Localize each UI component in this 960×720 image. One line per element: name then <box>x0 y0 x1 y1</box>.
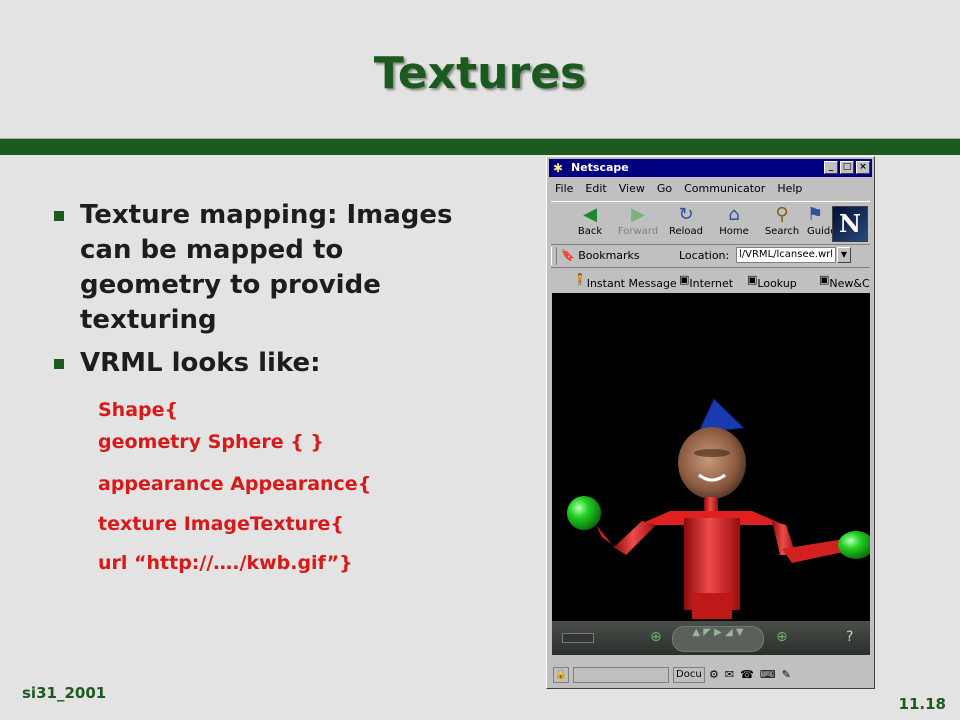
guide-button[interactable]: ⚑ Guide <box>807 204 835 237</box>
instant-message-button[interactable]: 🧍 Instant Message <box>573 273 677 290</box>
menu-help[interactable]: Help <box>777 179 802 199</box>
hips <box>692 593 732 619</box>
code-line: Shape{ <box>98 399 179 421</box>
navigation-pad[interactable]: ▲ ◤ ▶ ◢ ▼ <box>672 626 764 652</box>
footer-course-code: si31_2001 <box>22 684 107 702</box>
menu-view[interactable]: View <box>619 179 645 199</box>
vrml-viewport[interactable]: ⊕ ▲ ◤ ▶ ◢ ▼ ⊕ ? <box>552 293 870 655</box>
home-button[interactable]: ⌂ Home <box>711 204 757 237</box>
neck <box>704 497 718 511</box>
face-eyes <box>694 449 730 457</box>
footer-slide-number: 11.18 <box>898 695 946 713</box>
code-line: texture ImageTexture{ <box>98 513 344 535</box>
maximize-button[interactable]: □ <box>840 161 854 174</box>
help-icon[interactable]: ? <box>846 629 853 645</box>
left-hand-sphere <box>567 496 601 530</box>
close-button[interactable]: × <box>856 161 870 174</box>
component-bar[interactable]: ⚙✉☎⌨✎ <box>709 667 869 683</box>
menu-edit[interactable]: Edit <box>585 179 606 199</box>
minimize-button[interactable]: _ <box>824 161 838 174</box>
personal-toolbar: 🧍 Instant Message ▣ Internet ▣ Lookup ▣ … <box>551 269 870 291</box>
netscape-app-icon: ✱ <box>553 161 564 175</box>
bullet-texture-mapping: Texture mapping: Images can be mapped to… <box>54 198 484 338</box>
bookmarks-button[interactable]: 🔖 Bookmarks <box>561 249 640 262</box>
search-button[interactable]: ⚲ Search <box>759 204 805 237</box>
restore-icon[interactable]: ⊕ <box>776 629 788 645</box>
forward-button[interactable]: ▶ Forward <box>615 204 661 237</box>
location-label: Location: <box>679 249 730 262</box>
title-divider <box>0 138 960 155</box>
textured-head <box>678 427 746 499</box>
bullet-marker <box>54 211 64 221</box>
bullet-vrml: VRML looks like: <box>54 346 484 381</box>
reload-button[interactable]: ↻ Reload <box>663 204 709 237</box>
location-dropdown-button[interactable]: ▼ <box>837 247 851 263</box>
slide-title: Textures <box>373 48 587 99</box>
right-hand-sphere <box>838 531 870 559</box>
navigation-toolbar: ◀ Back ▶ Forward ↻ Reload ⌂ Home ⚲ Search ⚑ Gu… <box>551 201 870 245</box>
forward-arrow-icon: ▶ <box>631 204 645 225</box>
vrml-scene <box>567 398 870 619</box>
bullet-marker <box>54 359 64 369</box>
search-icon: ⚲ <box>775 204 789 225</box>
menu-bar: File Edit View Go Communicator Help <box>551 179 870 199</box>
code-line: url “http://…./kwb.gif”} <box>98 552 353 574</box>
status-document-text: Docu <box>673 667 705 683</box>
security-lock-icon[interactable]: 🔒 <box>553 667 569 683</box>
back-button[interactable]: ◀ Back <box>567 204 613 237</box>
vrml-navigation-bar: ⊕ ▲ ◤ ▶ ◢ ▼ ⊕ ? <box>552 621 870 655</box>
window-titlebar: ✱ Netscape _ □ × <box>549 159 872 177</box>
netscape-logo-icon: N <box>832 206 868 242</box>
back-arrow-icon: ◀ <box>583 204 597 225</box>
left-upper-arm <box>614 521 656 555</box>
netscape-window: ✱ Netscape _ □ × File Edit View Go Communica… <box>546 156 875 689</box>
internet-button[interactable]: ▣ Internet <box>679 273 733 290</box>
window-title: Netscape <box>571 161 629 174</box>
right-forearm <box>782 539 848 563</box>
code-line: appearance Appearance{ <box>98 473 372 495</box>
bullet-text: Texture mapping: Images can be mapped to… <box>80 200 453 335</box>
toolbar-grip[interactable] <box>551 247 557 265</box>
home-icon: ⌂ <box>728 204 740 225</box>
code-line: geometry Sphere { } <box>98 431 324 453</box>
location-toolbar: 🔖 Bookmarks Location: l/VRML/lcansee.wrl… <box>551 245 870 268</box>
menu-go[interactable]: Go <box>657 179 672 199</box>
menu-file[interactable]: File <box>555 179 573 199</box>
lookup-button[interactable]: ▣ Lookup <box>747 273 797 290</box>
bullet-text: VRML looks like: <box>80 348 321 378</box>
plus-icon[interactable]: ⊕ <box>650 629 662 645</box>
status-progress-field <box>573 667 669 683</box>
status-bar: 🔒 Docu ⚙✉☎⌨✎ <box>551 665 870 685</box>
menu-communicator[interactable]: Communicator <box>684 179 765 199</box>
guide-icon: ⚑ <box>807 204 824 225</box>
reload-icon: ↻ <box>678 204 694 225</box>
location-input[interactable]: l/VRML/lcansee.wrl <box>736 247 836 263</box>
zoom-slider[interactable] <box>562 633 594 643</box>
newcool-button[interactable]: ▣ New&C <box>819 273 870 290</box>
